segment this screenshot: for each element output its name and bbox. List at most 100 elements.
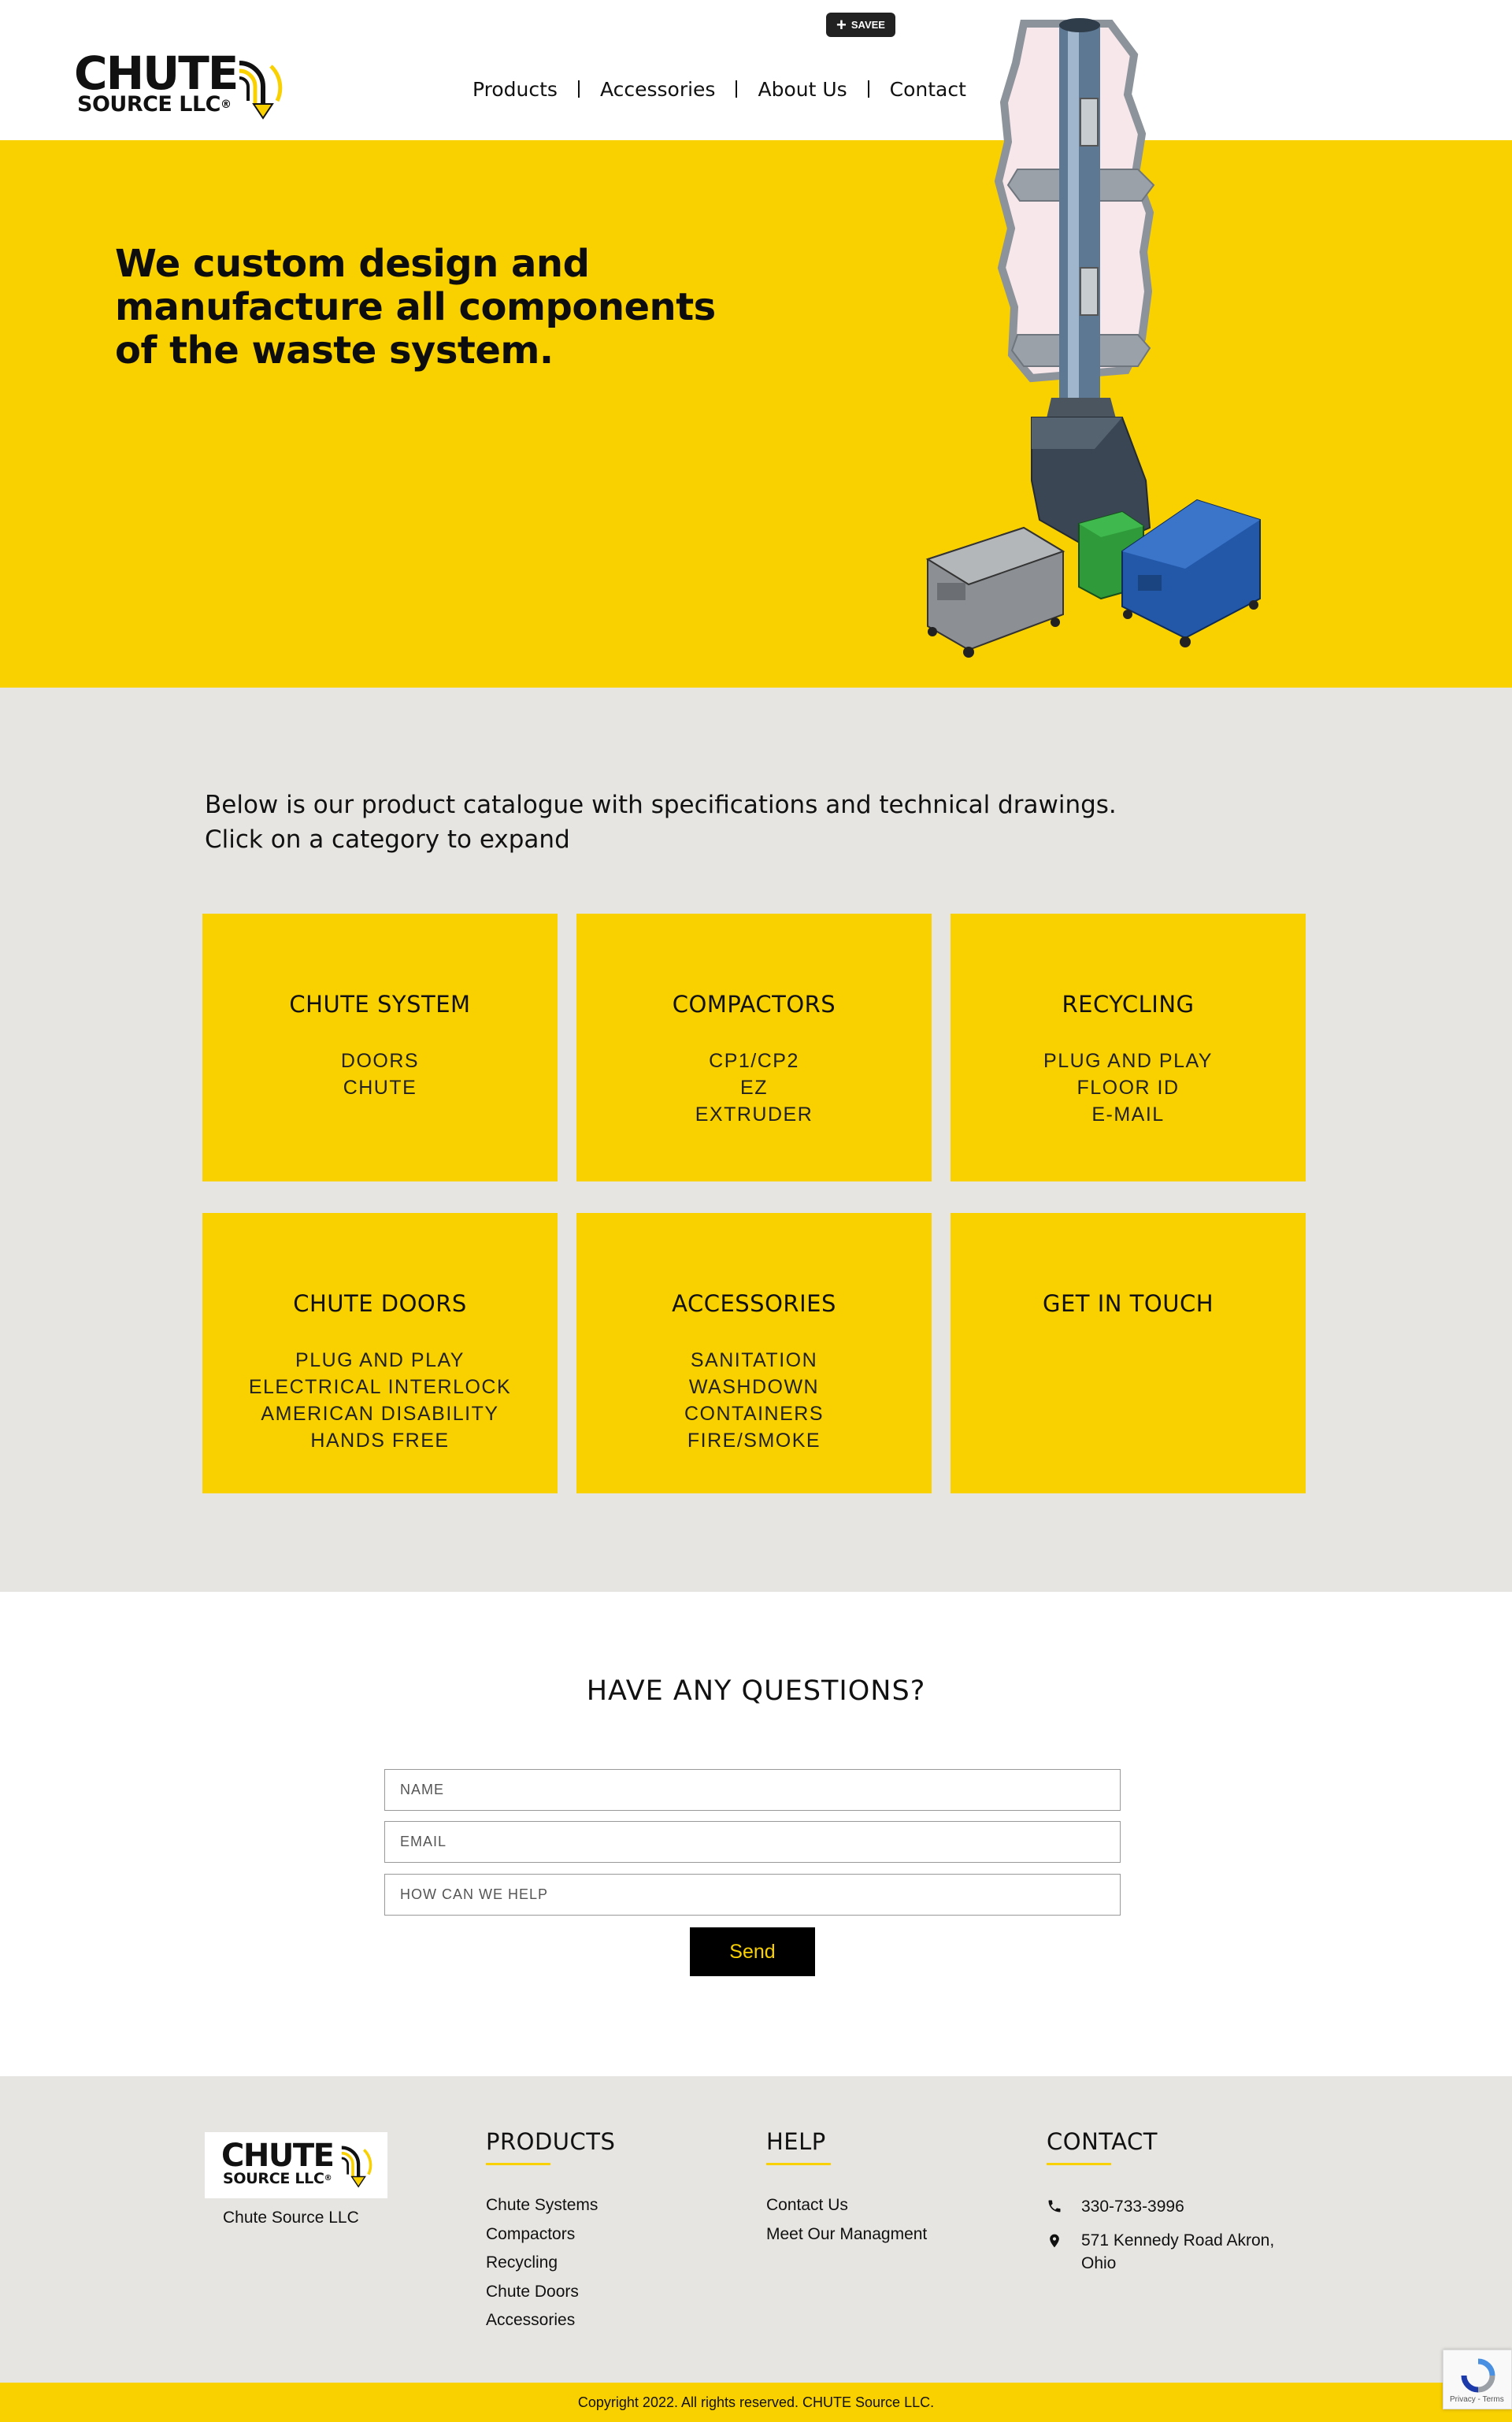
catalogue-section: Below is our product catalogue with spec… — [0, 688, 1512, 1592]
nav-divider — [736, 80, 738, 98]
category-title: GET IN TOUCH — [1042, 1290, 1214, 1317]
logo-subtitle: SOURCE LLC® — [77, 93, 232, 117]
save-button[interactable]: + SAVEE — [826, 13, 895, 37]
questions-section: HAVE ANY QUESTIONS? Send — [0, 1592, 1512, 2076]
category-item: AMERICAN DISABILITY — [261, 1403, 499, 1425]
category-item: WASHDOWN — [688, 1376, 820, 1398]
footer-help-links: Contact Us Meet Our Managment — [766, 2191, 927, 2249]
email-field[interactable] — [384, 1821, 1121, 1863]
recaptcha-badge[interactable]: Privacy - Terms — [1443, 2350, 1512, 2409]
questions-heading: HAVE ANY QUESTIONS? — [586, 1675, 926, 1707]
category-item: CONTAINERS — [684, 1403, 825, 1425]
footer-link-contact-us[interactable]: Contact Us — [766, 2191, 927, 2220]
heading-underline — [1047, 2163, 1111, 2165]
category-title: RECYCLING — [1062, 991, 1195, 1018]
footer-link-compactors[interactable]: Compactors — [486, 2220, 615, 2250]
category-title: COMPACTORS — [672, 991, 836, 1018]
logo-subtitle-text: SOURCE LLC — [77, 92, 221, 117]
nav-about-us[interactable]: About Us — [758, 78, 847, 101]
name-field[interactable] — [384, 1769, 1121, 1811]
footer-logo-wordmark: CHUTE — [221, 2138, 335, 2174]
contact-address-row: 571 Kennedy Road Akron, Ohio — [1047, 2229, 1274, 2275]
footer-link-accessories[interactable]: Accessories — [486, 2306, 615, 2335]
footer-logo-registered-mark: ® — [324, 2174, 332, 2183]
footer-company-name: Chute Source LLC — [223, 2209, 359, 2227]
hero-section: We custom design and manufacture all com… — [0, 140, 1512, 688]
footer-contact-column: CONTACT 330-733-3996 571 Kennedy Road Ak… — [1047, 2128, 1274, 2275]
catalogue-intro: Below is our product catalogue with spec… — [205, 788, 1117, 857]
footer-products-heading: PRODUCTS — [486, 2128, 616, 2155]
category-item: PLUG AND PLAY — [295, 1349, 465, 1371]
category-items: PLUG AND PLAY ELECTRICAL INTERLOCK AMERI… — [202, 1347, 558, 1454]
site-header: CHUTE SOURCE LLC® Products Accessories A… — [0, 0, 1512, 140]
heading-underline — [766, 2163, 831, 2165]
category-item: DOORS — [340, 1050, 420, 1072]
category-card-chute-doors[interactable]: CHUTE DOORS PLUG AND PLAY ELECTRICAL INT… — [202, 1213, 558, 1493]
footer-help-heading: HELP — [766, 2128, 826, 2155]
category-card-accessories[interactable]: ACCESSORIES SANITATION WASHDOWN CONTAINE… — [576, 1213, 932, 1493]
footer-link-chute-systems[interactable]: Chute Systems — [486, 2191, 615, 2220]
contact-address-line1: 571 Kennedy Road Akron, — [1081, 2231, 1275, 2250]
copyright-bar: Copyright 2022. All rights reserved. CHU… — [0, 2383, 1512, 2422]
contact-phone-row: 330-733-3996 — [1047, 2195, 1274, 2218]
chute-arc-icon — [341, 2146, 372, 2188]
category-item: ELECTRICAL INTERLOCK — [248, 1376, 512, 1398]
plus-icon: + — [836, 14, 847, 35]
category-item: FLOOR ID — [1077, 1077, 1180, 1099]
footer-contact-heading: CONTACT — [1047, 2128, 1158, 2155]
phone-icon — [1048, 2200, 1061, 2212]
category-items: PLUG AND PLAY FLOOR ID E-MAIL — [951, 1048, 1306, 1128]
contact-phone[interactable]: 330-733-3996 — [1081, 2195, 1184, 2218]
footer-link-meet-management[interactable]: Meet Our Managment — [766, 2220, 927, 2250]
footer-help-column: HELP Contact Us Meet Our Managment — [766, 2128, 927, 2249]
nav-products[interactable]: Products — [472, 78, 558, 101]
category-item: CP1/CP2 — [709, 1050, 799, 1072]
chute-system-illustration — [925, 18, 1261, 658]
category-card-compactors[interactable]: COMPACTORS CP1/CP2 EZ EXTRUDER — [576, 914, 932, 1181]
category-title: ACCESSORIES — [672, 1290, 836, 1317]
category-title: CHUTE SYSTEM — [289, 991, 471, 1018]
chute-arc-icon — [239, 61, 283, 120]
category-item: PLUG AND PLAY — [1043, 1050, 1213, 1072]
main-nav: Products Accessories About Us Contact — [472, 76, 966, 102]
category-card-chute-system[interactable]: CHUTE SYSTEM DOORS CHUTE — [202, 914, 558, 1181]
nav-accessories[interactable]: Accessories — [600, 78, 716, 101]
catalogue-intro-line1: Below is our product catalogue with spec… — [205, 791, 1117, 819]
save-button-label: SAVEE — [850, 19, 885, 31]
category-item: SANITATION — [690, 1349, 818, 1371]
category-item: CHUTE — [343, 1077, 417, 1099]
category-item: EXTRUDER — [695, 1103, 813, 1126]
site-footer: CHUTE SOURCE LLC® Chute Source LLC PRODU… — [0, 2076, 1512, 2383]
category-card-recycling[interactable]: RECYCLING PLUG AND PLAY FLOOR ID E-MAIL — [951, 914, 1306, 1181]
footer-logo-subtitle-text: SOURCE LLC — [223, 2170, 324, 2187]
category-item: E-MAIL — [1091, 1103, 1165, 1126]
footer-logo[interactable]: CHUTE SOURCE LLC® — [205, 2132, 387, 2198]
category-item: FIRE/SMOKE — [687, 1430, 821, 1452]
nav-divider — [867, 80, 869, 98]
footer-products-links: Chute Systems Compactors Recycling Chute… — [486, 2191, 615, 2335]
send-button[interactable]: Send — [690, 1927, 815, 1976]
help-field[interactable] — [384, 1874, 1121, 1916]
hero-headline: We custom design and manufacture all com… — [115, 242, 716, 373]
category-title: CHUTE DOORS — [293, 1290, 467, 1317]
footer-logo-subtitle: SOURCE LLC® — [223, 2170, 332, 2187]
page: CHUTE SOURCE LLC® Products Accessories A… — [0, 0, 1512, 2422]
footer-products-column: PRODUCTS Chute Systems Compactors Recycl… — [486, 2128, 615, 2335]
category-items: CP1/CP2 EZ EXTRUDER — [576, 1048, 932, 1128]
recaptcha-text[interactable]: Privacy - Terms — [1450, 2395, 1504, 2404]
logo-wordmark: CHUTE — [74, 46, 239, 100]
nav-divider — [577, 80, 580, 98]
category-items: SANITATION WASHDOWN CONTAINERS FIRE/SMOK… — [576, 1347, 932, 1454]
category-card-get-in-touch[interactable]: GET IN TOUCH — [951, 1213, 1306, 1493]
logo-registered-mark: ® — [220, 98, 232, 111]
footer-link-recycling[interactable]: Recycling — [486, 2249, 615, 2278]
footer-link-chute-doors[interactable]: Chute Doors — [486, 2278, 615, 2307]
location-pin-icon — [1050, 2234, 1059, 2248]
category-items: DOORS CHUTE — [202, 1048, 558, 1101]
heading-underline — [486, 2163, 550, 2165]
site-logo[interactable]: CHUTE SOURCE LLC® — [74, 50, 285, 121]
contact-address: 571 Kennedy Road Akron, Ohio — [1081, 2229, 1274, 2275]
category-item: EZ — [740, 1077, 768, 1099]
recaptcha-icon — [1461, 2358, 1495, 2393]
contact-address-line2: Ohio — [1081, 2254, 1117, 2272]
